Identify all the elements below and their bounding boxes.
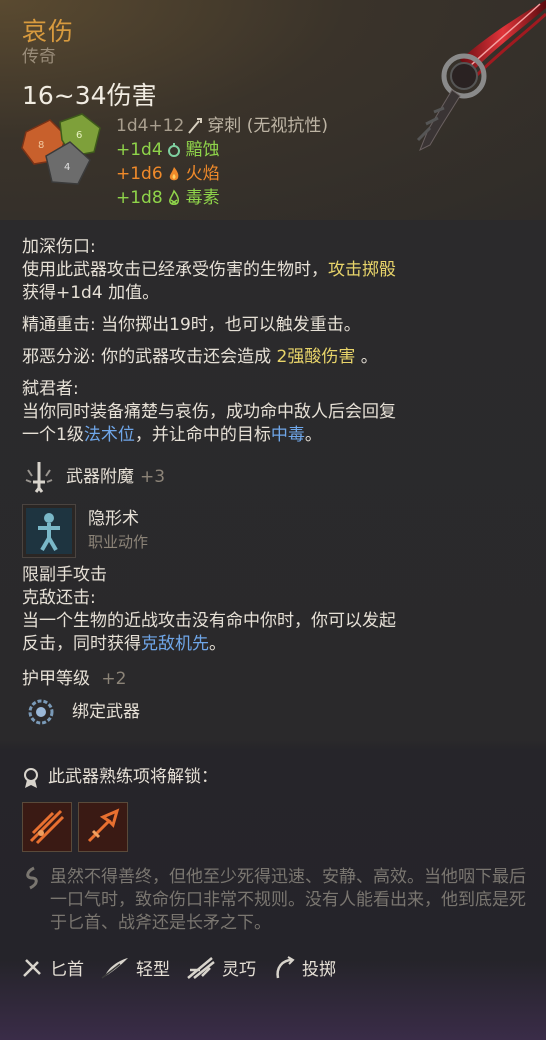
offhand-section: 限副手攻击 克敌还击: 当一个生物的近战攻击没有命中你时，你可以发起 反击，同时… <box>22 564 527 656</box>
regicide-text: 一个1级 <box>22 425 84 445</box>
damage-range: 16~34伤害 <box>22 81 157 110</box>
base-roll-row: 1d4+12 穿刺 (无视抗性) <box>116 114 328 138</box>
bonus-roll: +1d4 <box>116 140 163 160</box>
finesse-icon <box>187 956 215 979</box>
keyword-spell-slot[interactable]: 法术位 <box>84 425 135 445</box>
keyword-poisoned[interactable]: 中毒 <box>271 425 305 445</box>
offhand-text: 限副手攻击 <box>22 565 107 585</box>
quote-icon <box>26 866 38 890</box>
armor-class-bonus: +2 <box>101 669 127 689</box>
proficiency-header: 此武器熟练项将解锁： <box>22 766 527 789</box>
regicide-text: 当你同时装备痛楚与哀伤，成功命中敌人后会回复 <box>22 402 396 422</box>
bonus-damage-type: 火焰 <box>185 164 220 184</box>
deep-wound-text: 使用此武器攻击已经承受伤害的生物时， <box>22 260 328 280</box>
spell-row[interactable]: 隐形术 职业动作 <box>22 504 527 558</box>
svg-text:4: 4 <box>64 162 70 173</box>
crit-label: 精通重击: <box>22 315 96 335</box>
dice-icon: 8 6 4 <box>21 113 101 185</box>
damage-rolls: 1d4+12 穿刺 (无视抗性) +1d4 黯蚀 +1d6 火焰 +1d8 毒素 <box>116 114 328 210</box>
svg-text:6: 6 <box>76 130 82 141</box>
pierce-icon <box>188 118 203 134</box>
dagger-icon <box>23 958 41 977</box>
bind-weapon-icon <box>28 699 54 725</box>
base-roll: 1d4+12 <box>116 116 185 136</box>
svg-text:8: 8 <box>38 140 44 151</box>
bonus-damage-type: 毒素 <box>185 188 220 208</box>
poison-icon <box>168 189 179 205</box>
bind-weapon-row[interactable]: 绑定武器 <box>22 696 527 728</box>
slash-attack-icon <box>23 803 71 851</box>
armor-class-label: 护甲等级 <box>22 669 90 689</box>
acid-section: 邪恶分泌: 你的武器攻击还会造成 2强酸伤害 。 <box>22 346 527 369</box>
riposte-text: 反击，同时获得 <box>22 634 141 654</box>
tag-light[interactable]: 轻型 <box>100 955 170 980</box>
deep-wound-title: 加深伤口: <box>22 237 96 257</box>
bonus-roll-row: +1d6 火焰 <box>116 162 328 186</box>
riposte-text: 当一个生物的近战攻击没有命中你时，你可以发起 <box>22 611 396 631</box>
invisibility-spell-icon[interactable] <box>22 504 76 558</box>
acid-label: 邪恶分泌: <box>22 347 96 367</box>
acid-text-end: 。 <box>355 347 378 367</box>
enchant-sword-icon <box>25 462 53 493</box>
necrotic-icon <box>167 143 180 157</box>
item-rarity: 传奇 <box>22 47 56 67</box>
enchantment-row: 武器附魔 +3 <box>22 460 527 494</box>
enchantment-bonus: +3 <box>140 466 166 487</box>
bonus-roll: +1d8 <box>116 188 163 208</box>
enchantment-label: 武器附魔 <box>66 466 134 487</box>
riposte-text: 。 <box>209 634 226 654</box>
deep-wound-section: 加深伤口: 使用此武器攻击已经承受伤害的生物时，攻击掷骰 获得+1d4 加值。 <box>22 236 527 305</box>
proficiency-action-2[interactable] <box>78 802 128 852</box>
regicide-text: ，并让命中的目标 <box>134 425 271 445</box>
fire-icon <box>169 167 179 181</box>
bind-weapon-label: 绑定武器 <box>72 701 140 722</box>
regicide-section: 弑君者: 当你同时装备痛楚与哀伤，成功命中敌人后会回复 一个1级法术位，并让命中… <box>22 378 527 447</box>
acid-text: 你的武器攻击还会造成 <box>95 347 277 367</box>
weapon-tags: 匕首 轻型 灵巧 投掷 <box>20 955 352 980</box>
deep-wound-text: 获得+1d4 加值。 <box>22 283 160 303</box>
invisibility-figure-icon <box>26 508 72 554</box>
keyword-acid-damage[interactable]: 2强酸伤害 <box>277 347 356 367</box>
bonus-roll-row: +1d4 黯蚀 <box>116 138 328 162</box>
base-damage-type: 穿刺 (无视抗性) <box>207 116 328 136</box>
riposte-title: 克敌还击: <box>22 588 96 608</box>
flavor-text: 虽然不得善终，但他至少死得迅速、安静、高效。当他咽下最后一口气时，致命伤口非常不… <box>50 867 526 933</box>
tag-label: 灵巧 <box>222 960 256 980</box>
proficiency-title: 此武器熟练项将解锁： <box>48 767 218 787</box>
tag-label: 投掷 <box>302 960 336 980</box>
regicide-title: 弑君者: <box>22 379 79 399</box>
regicide-text: 。 <box>304 425 322 445</box>
item-tooltip: 哀伤 传奇 16~34伤害 8 6 4 1d4+12 穿刺 (无视抗性) +1d… <box>0 0 546 1040</box>
bonus-damage-type: 黯蚀 <box>185 140 220 160</box>
keyword-riposte[interactable]: 克敌机先 <box>141 634 209 654</box>
tag-dagger[interactable]: 匕首 <box>20 955 84 980</box>
spell-name: 隐形术 <box>88 509 139 529</box>
proficiency-medal-icon <box>24 767 38 788</box>
bonus-roll-row: +1d8 毒素 <box>116 186 328 210</box>
spell-type: 职业动作 <box>88 533 149 551</box>
tag-finesse[interactable]: 灵巧 <box>186 955 256 980</box>
tag-thrown[interactable]: 投掷 <box>272 955 336 980</box>
tag-label: 匕首 <box>50 960 84 980</box>
proficiency-action-1[interactable] <box>22 802 72 852</box>
armor-class-row: 护甲等级 +2 <box>22 668 527 691</box>
crit-section: 精通重击: 当你掷出19时，也可以触发重击。 <box>22 314 527 337</box>
tag-label: 轻型 <box>136 960 170 980</box>
feather-icon <box>101 957 128 979</box>
piercing-attack-icon <box>79 803 127 851</box>
dagger-weapon-icon <box>416 0 546 152</box>
keyword-attack-roll[interactable]: 攻击掷骰 <box>328 260 396 280</box>
crit-text: 当你掷出19时，也可以触发重击。 <box>95 315 361 335</box>
throw-icon <box>276 955 295 978</box>
bonus-roll: +1d6 <box>116 164 163 184</box>
